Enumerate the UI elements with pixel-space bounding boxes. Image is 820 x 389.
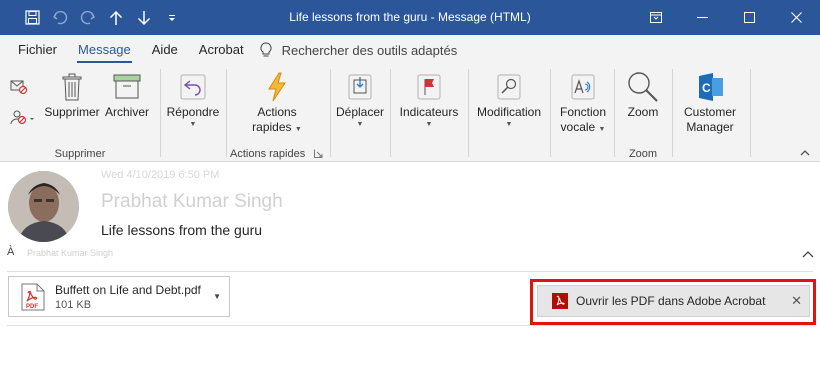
quick-steps-line2: rapides ▼ xyxy=(252,120,302,134)
attachment-name: Buffett on Life and Debt.pdf xyxy=(55,283,201,297)
group-separator xyxy=(550,69,551,157)
group-separator xyxy=(468,69,469,157)
chevron-down-icon: ▼ xyxy=(505,121,513,128)
message-subject: Life lessons from the guru xyxy=(101,222,263,238)
to-label: À xyxy=(7,246,15,258)
flag-icon xyxy=(417,74,441,100)
dialog-launcher-icon[interactable] xyxy=(314,149,323,158)
delete-label: Supprimer xyxy=(44,105,100,119)
group-delete: Supprimer Archiver Supprimer xyxy=(0,65,160,162)
group-quick-steps: Actions rapides ▼ Actions rapides xyxy=(227,65,327,162)
chevron-down-icon: ▼ xyxy=(598,126,606,133)
divider xyxy=(7,271,813,272)
group-separator xyxy=(390,69,391,157)
chevron-down-icon[interactable]: ▼ xyxy=(213,292,221,301)
group-separator xyxy=(750,69,751,157)
group-zoom: Zoom Zoom xyxy=(615,65,671,162)
tab-acrobat[interactable]: Acrobat xyxy=(190,35,253,65)
svg-text:C: C xyxy=(702,81,711,95)
move-icon xyxy=(348,74,372,100)
svg-text:PDF: PDF xyxy=(26,304,38,310)
close-icon[interactable] xyxy=(773,0,820,35)
editing-button[interactable]: Modification ▼ xyxy=(472,69,546,130)
speech-line1: Fonction xyxy=(559,105,607,119)
read-aloud-icon xyxy=(571,74,595,100)
sent-date: Wed 4/10/2019 6:50 PM xyxy=(101,169,220,181)
acrobat-message[interactable]: Ouvrir les PDF dans Adobe Acrobat xyxy=(576,294,765,308)
customer-manager-button[interactable]: C Customer Manager xyxy=(676,69,744,135)
divider xyxy=(7,325,813,326)
recipient[interactable]: Prabhat Kumar Singh xyxy=(27,248,113,258)
group-separator xyxy=(672,69,673,157)
pdf-file-icon: PDF xyxy=(21,283,45,311)
close-icon[interactable]: ✕ xyxy=(791,293,802,309)
move-label: Déplacer xyxy=(335,105,385,119)
zoom-button[interactable]: Zoom xyxy=(621,69,665,120)
chevron-down-icon: ▼ xyxy=(189,121,197,128)
avatar-photo xyxy=(8,171,79,242)
group-separator xyxy=(160,69,161,157)
group-label-quick-steps: Actions rapides xyxy=(230,148,306,160)
sender-name[interactable]: Prabhat Kumar Singh xyxy=(101,191,283,213)
group-separator xyxy=(330,69,331,157)
delete-button[interactable]: Supprimer xyxy=(42,69,102,120)
message-pane: Wed 4/10/2019 6:50 PM Prabhat Kumar Sing… xyxy=(0,163,820,389)
chevron-down-icon: ▼ xyxy=(356,121,364,128)
attachment-card[interactable]: PDF Buffett on Life and Debt.pdf 101 KB … xyxy=(8,276,230,317)
lightbulb-icon xyxy=(260,42,272,57)
tab-message[interactable]: Message xyxy=(69,35,140,65)
chevron-down-icon: ▼ xyxy=(294,126,302,133)
magnifier-icon xyxy=(628,72,658,102)
collapse-ribbon-icon[interactable] xyxy=(800,149,810,157)
ribbon-display-icon[interactable] xyxy=(632,0,679,35)
window-controls xyxy=(632,0,820,35)
chevron-down-icon: ▼ xyxy=(425,121,433,128)
avatar[interactable] xyxy=(8,171,79,242)
cm-line2: Manager xyxy=(686,120,734,134)
reply-label: Répondre xyxy=(166,105,220,119)
quick-steps-line1: Actions xyxy=(257,105,297,119)
customer-manager-icon: C xyxy=(699,73,723,101)
respond-button[interactable]: Répondre ▼ xyxy=(164,69,222,130)
tell-me-label: Rechercher des outils adaptés xyxy=(281,42,458,58)
tags-label: Indicateurs xyxy=(399,105,459,119)
speech-button[interactable]: Fonction vocale ▼ xyxy=(554,69,612,135)
ribbon-tabs: Fichier Message Aide Acrobat Rechercher … xyxy=(0,35,820,65)
zoom-button-label: Zoom xyxy=(627,105,659,119)
maximize-icon[interactable] xyxy=(726,0,773,35)
tags-button[interactable]: Indicateurs ▼ xyxy=(394,69,464,130)
trash-icon xyxy=(62,73,82,101)
tab-fichier[interactable]: Fichier xyxy=(9,35,66,65)
tab-aide[interactable]: Aide xyxy=(143,35,187,65)
group-label-zoom: Zoom xyxy=(628,148,658,160)
search-icon xyxy=(497,74,521,100)
title-bar: Life lessons from the guru - Message (HT… xyxy=(0,0,820,35)
quick-steps-button[interactable]: Actions rapides ▼ xyxy=(247,69,307,135)
attachment-size: 101 KB xyxy=(55,299,92,311)
acrobat-icon xyxy=(552,293,568,309)
editing-label: Modification xyxy=(476,105,542,119)
cm-line1: Customer xyxy=(683,105,736,119)
acrobat-notification[interactable]: Ouvrir les PDF dans Adobe Acrobat ✕ xyxy=(537,285,810,317)
reply-icon xyxy=(180,74,206,100)
ignore-icon[interactable] xyxy=(10,79,28,95)
archive-label: Archiver xyxy=(104,105,149,119)
archive-icon xyxy=(113,74,141,99)
tell-me-search[interactable]: Rechercher des outils adaptés xyxy=(260,35,458,65)
speech-line2: vocale ▼ xyxy=(560,120,606,134)
junk-icon[interactable] xyxy=(10,109,36,125)
archive-button[interactable]: Archiver xyxy=(102,69,152,120)
move-button[interactable]: Déplacer ▼ xyxy=(333,69,387,130)
minimize-icon[interactable] xyxy=(679,0,726,35)
group-label-delete: Supprimer xyxy=(54,148,106,160)
chevron-up-icon[interactable] xyxy=(802,250,814,258)
lightning-icon xyxy=(268,72,286,102)
ribbon: Supprimer Archiver Supprimer Répondre ▼ … xyxy=(0,65,820,162)
